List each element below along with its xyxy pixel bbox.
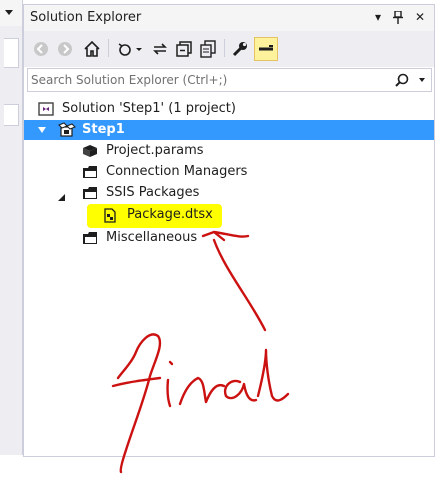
folder-icon	[82, 231, 97, 245]
tree-item-label: Step1	[82, 122, 125, 137]
search-box[interactable]	[27, 68, 432, 92]
auto-hide-pin-icon[interactable]	[390, 9, 406, 25]
toolbar-separator	[108, 39, 109, 57]
properties-icon[interactable]	[230, 38, 250, 60]
show-all-files-icon[interactable]	[198, 38, 218, 60]
panel-title-bar: Solution Explorer ▾ ✕	[24, 5, 434, 31]
tree-item-label: Package.dtsx	[127, 207, 213, 222]
back-icon[interactable]	[32, 38, 50, 60]
adjacent-window-edge	[0, 0, 23, 455]
toolbar-separator	[224, 39, 225, 57]
solution-icon	[38, 102, 54, 116]
adjacent-window-field	[4, 38, 19, 68]
search-options-dropdown-icon[interactable]	[419, 78, 425, 82]
tree-item-label: Connection Managers	[106, 164, 248, 179]
solution-explorer-panel: Solution Explorer ▾ ✕ Search Solution Ex…	[23, 4, 435, 457]
tree-item-label: Miscellaneous	[106, 230, 198, 245]
panel-title: Solution Explorer	[30, 10, 142, 25]
tree-item-label: Project.params	[106, 143, 204, 158]
package-file-icon	[103, 208, 118, 223]
tree-item-label: Solution 'Step1' (1 project)	[62, 101, 236, 116]
close-icon[interactable]: ✕	[412, 9, 428, 25]
tree-item-ssis-packages[interactable]: SSIS Packages	[24, 183, 434, 203]
tree-item-connection-managers[interactable]: Connection Managers	[24, 162, 434, 182]
expand-arrow-icon[interactable]	[38, 127, 46, 133]
search-input[interactable]	[31, 71, 371, 89]
tree-item-package[interactable]: Package.dtsx	[23, 205, 433, 225]
pending-changes-icon[interactable]	[116, 38, 146, 60]
tree-item-project[interactable]: Step1	[24, 120, 434, 140]
home-icon[interactable]	[82, 38, 102, 60]
dropdown-arrow-icon[interactable]	[5, 10, 13, 15]
expanded-arrow-icon[interactable]	[58, 189, 73, 203]
tree-item-project-params[interactable]: Project.params	[24, 141, 434, 161]
forward-icon[interactable]	[56, 38, 74, 60]
solution-explorer-toolbar	[24, 31, 434, 67]
search-icon[interactable]	[395, 71, 409, 91]
window-position-dropdown-icon[interactable]: ▾	[370, 9, 386, 25]
tree-item-label: SSIS Packages	[106, 185, 200, 200]
preview-icon[interactable]	[254, 37, 278, 61]
folder-icon	[82, 186, 97, 200]
folder-icon	[82, 165, 97, 179]
adjacent-window-field	[4, 104, 19, 126]
sync-icon[interactable]	[150, 38, 170, 60]
collapse-all-icon[interactable]	[174, 38, 194, 60]
tree-item-miscellaneous[interactable]: Miscellaneous	[24, 228, 434, 248]
adjacent-window-caption	[0, 0, 22, 26]
params-icon	[82, 144, 97, 158]
tree-item-solution[interactable]: Solution 'Step1' (1 project)	[24, 99, 434, 119]
ssis-project-icon	[58, 122, 76, 137]
